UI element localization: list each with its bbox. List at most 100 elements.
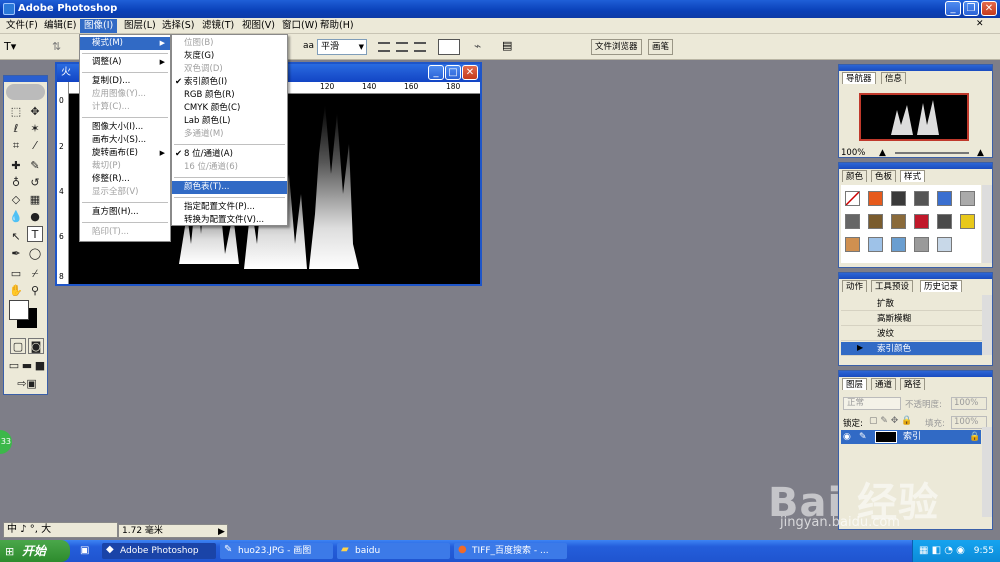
style-swatch[interactable]	[868, 191, 883, 206]
file-browser-button[interactable]: 文件浏览器	[591, 39, 642, 55]
text-color-swatch[interactable]	[438, 39, 460, 55]
doc-maximize-icon[interactable]: □	[445, 65, 461, 80]
style-swatch[interactable]	[845, 214, 860, 229]
minimize-icon[interactable]: _	[945, 1, 961, 16]
quicklaunch-desktop-icon[interactable]: ▣	[80, 545, 89, 556]
tab-actions[interactable]: 动作	[842, 280, 868, 292]
type-tool-icon[interactable]: T▾	[4, 40, 16, 53]
styles-scrollbar[interactable]	[982, 185, 992, 263]
style-swatch[interactable]	[891, 214, 906, 229]
clone-stamp-icon[interactable]: ♁	[8, 175, 24, 191]
notes-tool-icon[interactable]: ▭	[8, 266, 24, 282]
style-swatch[interactable]	[937, 214, 952, 229]
warp-text-icon[interactable]: ⌁	[474, 39, 481, 53]
menu-item-canvas-size[interactable]: 画布大小(S)...	[80, 134, 170, 147]
tab-color[interactable]: 颜色	[842, 170, 868, 182]
tab-paths[interactable]: 路径	[900, 378, 926, 390]
eraser-tool-icon[interactable]: ◇	[8, 192, 24, 208]
style-swatch[interactable]	[891, 191, 906, 206]
status-menu-arrow-icon[interactable]: ▶	[218, 527, 225, 537]
menu-file[interactable]: 文件(F)	[2, 19, 42, 33]
menu-item-trap[interactable]: 陷印(T)...	[80, 226, 170, 239]
zoom-in-icon[interactable]: ▲	[977, 148, 984, 158]
menu-item-color-table[interactable]: 颜色表(T)...	[172, 181, 287, 194]
gradient-tool-icon[interactable]: ▦	[27, 192, 43, 208]
style-swatch[interactable]	[868, 214, 883, 229]
menu-item-adjust[interactable]: 调整(A) ▶	[80, 56, 170, 69]
menu-item-assign-profile[interactable]: 指定配置文件(P)...	[172, 201, 287, 214]
menu-item-grayscale[interactable]: 灰度(G)	[172, 50, 287, 63]
style-swatch[interactable]	[891, 237, 906, 252]
history-item[interactable]: 扩散	[841, 297, 982, 311]
menu-item-16bit[interactable]: 16 位/通道(6)	[172, 161, 287, 174]
menu-item-cmyk[interactable]: CMYK 颜色(C)	[172, 102, 287, 115]
menu-item-reveal-all[interactable]: 显示全部(V)	[80, 186, 170, 199]
lock-options-icon[interactable]: ▢ ✎ ✥ 🔒	[869, 416, 912, 426]
history-brush-icon[interactable]: ↺	[27, 175, 43, 191]
menu-item-indexed-color[interactable]: ✔ 索引颜色(I)	[172, 76, 287, 89]
style-swatch[interactable]	[937, 237, 952, 252]
menu-item-mode[interactable]: 模式(M) ▶	[80, 37, 170, 50]
zoom-tool-icon[interactable]: ⚲	[27, 283, 43, 299]
navigator-thumbnail[interactable]	[859, 93, 969, 141]
menu-layer[interactable]: 图层(L)	[120, 19, 160, 33]
brushes-button[interactable]: 画笔	[648, 39, 674, 55]
style-swatch[interactable]	[960, 214, 975, 229]
taskbar-item-folder[interactable]: baidu	[337, 543, 450, 559]
align-left-icon[interactable]	[378, 42, 390, 52]
foreground-color-swatch[interactable]	[9, 300, 29, 320]
menu-filter[interactable]: 滤镜(T)	[198, 19, 238, 33]
history-scrollbar[interactable]	[982, 295, 992, 355]
menu-image[interactable]: 图像(I)	[80, 19, 118, 33]
standard-mode-icon[interactable]: ▢	[10, 338, 26, 354]
menu-item-rotate-canvas[interactable]: 旋转画布(E) ▶	[80, 147, 170, 160]
blend-mode-select[interactable]: 正常	[843, 397, 901, 410]
marquee-tool-icon[interactable]: ⬚	[8, 104, 24, 120]
shape-tool-icon[interactable]: ◯	[27, 246, 43, 262]
tab-tool-presets[interactable]: 工具预设	[871, 280, 914, 292]
style-swatch[interactable]	[914, 214, 929, 229]
panel-grip[interactable]	[839, 65, 992, 71]
pen-tool-icon[interactable]: ✒	[8, 246, 24, 262]
style-swatch[interactable]	[937, 191, 952, 206]
healing-brush-icon[interactable]: ✚	[8, 158, 24, 174]
tray-icons[interactable]: ▦ ◧ ◔ ◉	[919, 540, 965, 562]
crop-tool-icon[interactable]: ⌗	[8, 138, 24, 154]
menu-item-crop[interactable]: 裁切(P)	[80, 160, 170, 173]
style-swatch-none[interactable]	[845, 191, 860, 206]
tab-swatches[interactable]: 色板	[871, 170, 897, 182]
magic-wand-icon[interactable]: ✶	[27, 121, 43, 137]
history-item[interactable]: 高斯模糊	[841, 312, 982, 326]
taskbar-item-browser[interactable]: TIFF_百度搜索 - ...	[454, 543, 567, 559]
lasso-tool-icon[interactable]: ℓ	[8, 121, 24, 137]
close-icon[interactable]: ✕	[981, 1, 997, 16]
blur-tool-icon[interactable]: 💧	[8, 209, 24, 225]
tab-navigator[interactable]: 导航器	[842, 72, 876, 84]
move-tool-icon[interactable]: ✥	[27, 104, 43, 120]
menu-item-histogram[interactable]: 直方图(H)...	[80, 206, 170, 219]
align-right-icon[interactable]	[414, 42, 426, 52]
slice-tool-icon[interactable]: ⁄	[27, 138, 43, 154]
hand-tool-icon[interactable]: ✋	[8, 283, 24, 299]
zoom-slider[interactable]	[895, 152, 969, 154]
taskbar-item-photoshop[interactable]: Adobe Photoshop	[102, 543, 216, 559]
menu-item-multichannel[interactable]: 多通道(M)	[172, 128, 287, 141]
layer-row[interactable]: ◉ ✎ 索引 🔒	[841, 430, 981, 444]
quick-mask-icon[interactable]: ◙	[28, 338, 44, 354]
ime-bar[interactable]: 中 ♪ °, 大	[3, 522, 118, 538]
style-swatch[interactable]	[914, 237, 929, 252]
toolbox-grip[interactable]	[4, 76, 47, 82]
menu-item-rgb[interactable]: RGB 颜色(R)	[172, 89, 287, 102]
menu-item-duplicate[interactable]: 复制(D)...	[80, 75, 170, 88]
style-swatch[interactable]	[845, 237, 860, 252]
history-item[interactable]: 波纹	[841, 327, 982, 341]
layers-scrollbar[interactable]	[982, 427, 992, 517]
tab-layers[interactable]: 图层	[842, 378, 868, 390]
path-select-icon[interactable]: ↖	[8, 229, 24, 245]
restore-icon[interactable]: ❐	[963, 1, 979, 16]
style-swatch[interactable]	[868, 237, 883, 252]
menu-item-8bit[interactable]: ✔ 8 位/通道(A)	[172, 148, 287, 161]
menu-item-bitmap[interactable]: 位图(B)	[172, 37, 287, 50]
jump-to-imageready-icon[interactable]: ⇨▣	[10, 376, 44, 392]
zoom-out-icon[interactable]: ▲	[879, 148, 886, 158]
